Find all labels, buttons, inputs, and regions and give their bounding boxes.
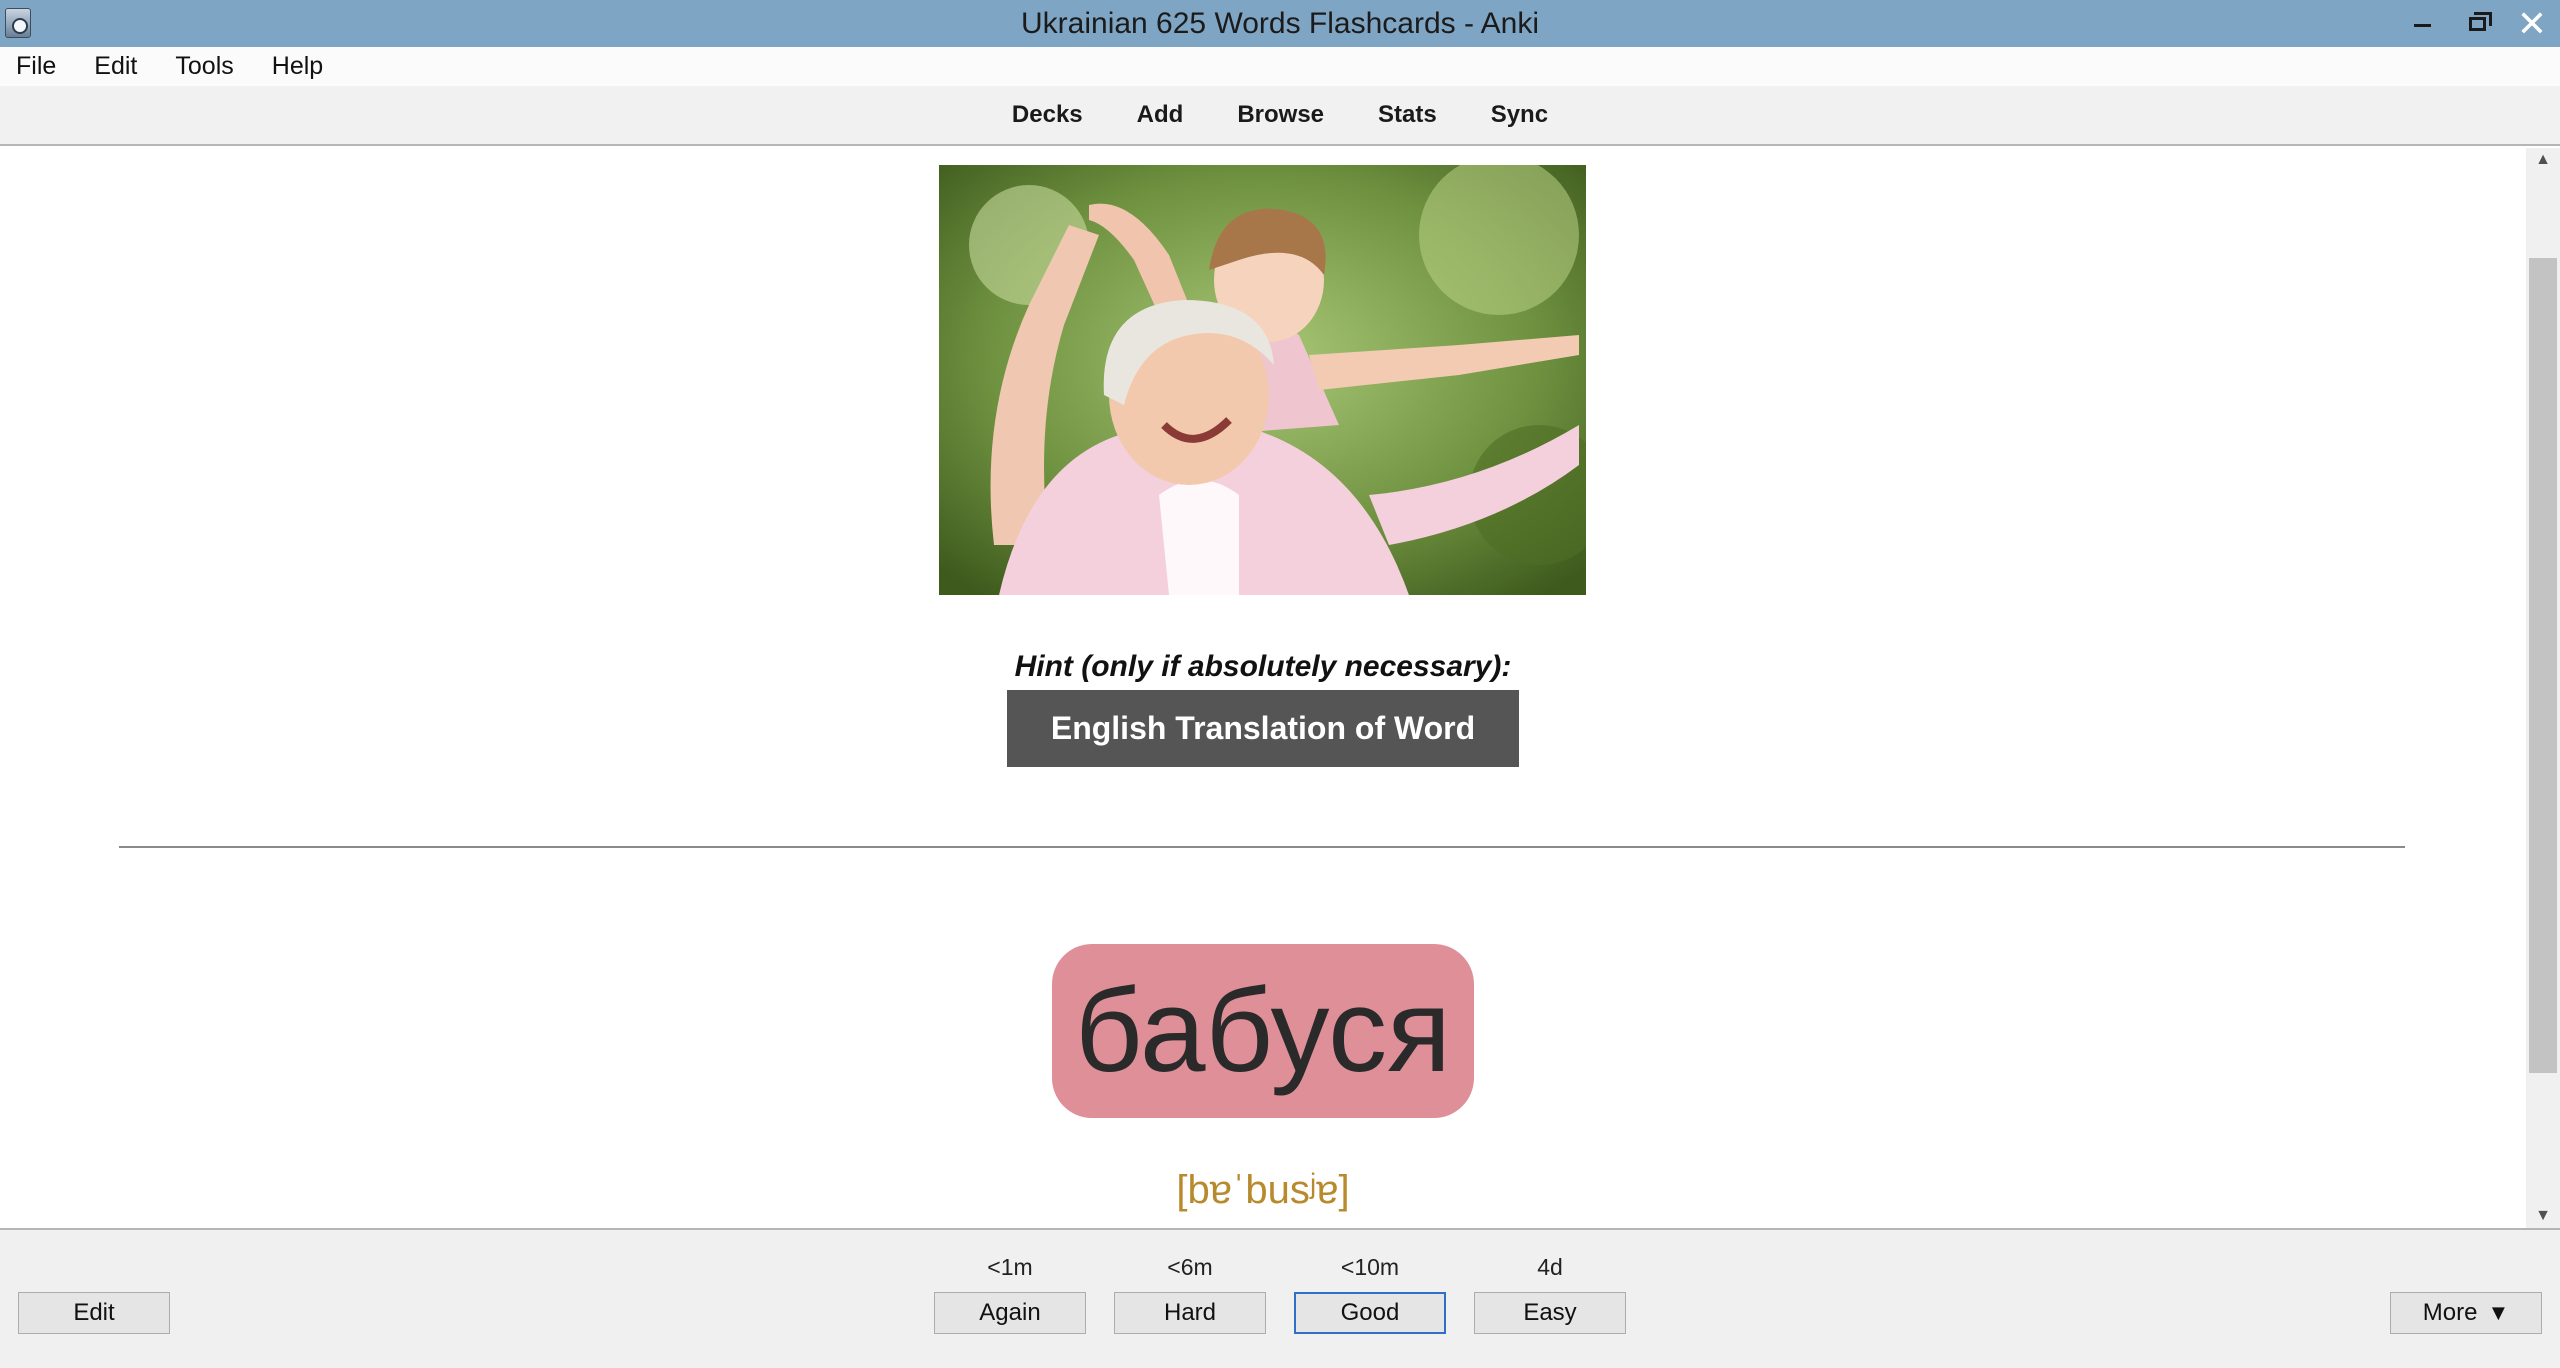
anki-app-icon[interactable]	[5, 8, 31, 38]
scroll-down-arrow-icon[interactable]: ▼	[2526, 1204, 2560, 1228]
scroll-thumb[interactable]	[2529, 258, 2557, 1073]
toolbar-decks[interactable]: Decks	[1012, 101, 1083, 129]
dropdown-arrow-icon: ▼	[2487, 1300, 2510, 1325]
more-label: More	[2422, 1299, 2478, 1326]
scroll-up-arrow-icon[interactable]: ▲	[2526, 148, 2560, 172]
interval-again: <1m	[987, 1254, 1033, 1280]
answer-divider	[119, 846, 2405, 848]
main-toolbar: Decks Add Browse Stats Sync	[0, 86, 2560, 146]
minimize-icon	[2413, 24, 2431, 27]
card-view: Hint (only if absolutely necessary): Eng…	[0, 148, 2526, 1228]
menu-help[interactable]: Help	[272, 52, 323, 81]
more-button[interactable]: More ▼	[2390, 1292, 2542, 1334]
hint-reveal-button[interactable]: English Translation of Word	[1007, 690, 1519, 767]
toolbar-sync[interactable]: Sync	[1491, 101, 1548, 129]
menu-file[interactable]: File	[16, 52, 56, 81]
menu-edit[interactable]: Edit	[94, 52, 137, 81]
title-bar: Ukrainian 625 Words Flashcards - Anki ✕	[0, 0, 2560, 47]
review-bottom-bar: Edit <1m <6m <10m 4d Again Hard Good Eas…	[0, 1228, 2560, 1368]
again-button[interactable]: Again	[934, 1292, 1086, 1334]
restore-button[interactable]	[2449, 0, 2505, 47]
toolbar-add[interactable]: Add	[1137, 101, 1184, 129]
minimize-button[interactable]	[2394, 0, 2450, 47]
photo-grandmother-granddaughter-icon	[939, 165, 1586, 595]
close-button[interactable]: ✕	[2504, 0, 2560, 47]
interval-good: <10m	[1340, 1254, 1400, 1280]
pronunciation: [bɐˈbusʲɐ]	[1176, 1168, 1350, 1212]
card-image	[939, 165, 1586, 595]
easy-button[interactable]: Easy	[1474, 1292, 1626, 1334]
close-icon: ✕	[2516, 3, 2548, 44]
restore-icon	[2468, 11, 2492, 31]
window-title: Ukrainian 625 Words Flashcards - Anki	[1021, 6, 1539, 40]
interval-easy: 4d	[1537, 1254, 1563, 1280]
toolbar-stats[interactable]: Stats	[1378, 101, 1437, 129]
hint-label: Hint (only if absolutely necessary):	[1014, 650, 1512, 683]
hard-button[interactable]: Hard	[1114, 1292, 1266, 1334]
menu-tools[interactable]: Tools	[175, 52, 233, 81]
toolbar-browse[interactable]: Browse	[1237, 101, 1324, 129]
menu-bar: File Edit Tools Help	[0, 47, 2560, 86]
interval-hard: <6m	[1167, 1254, 1213, 1280]
edit-button[interactable]: Edit	[18, 1292, 170, 1334]
ukrainian-word: бабуся	[1052, 944, 1474, 1118]
good-button[interactable]: Good	[1294, 1292, 1446, 1334]
content-scrollbar[interactable]: ▲ ▼	[2526, 148, 2560, 1228]
